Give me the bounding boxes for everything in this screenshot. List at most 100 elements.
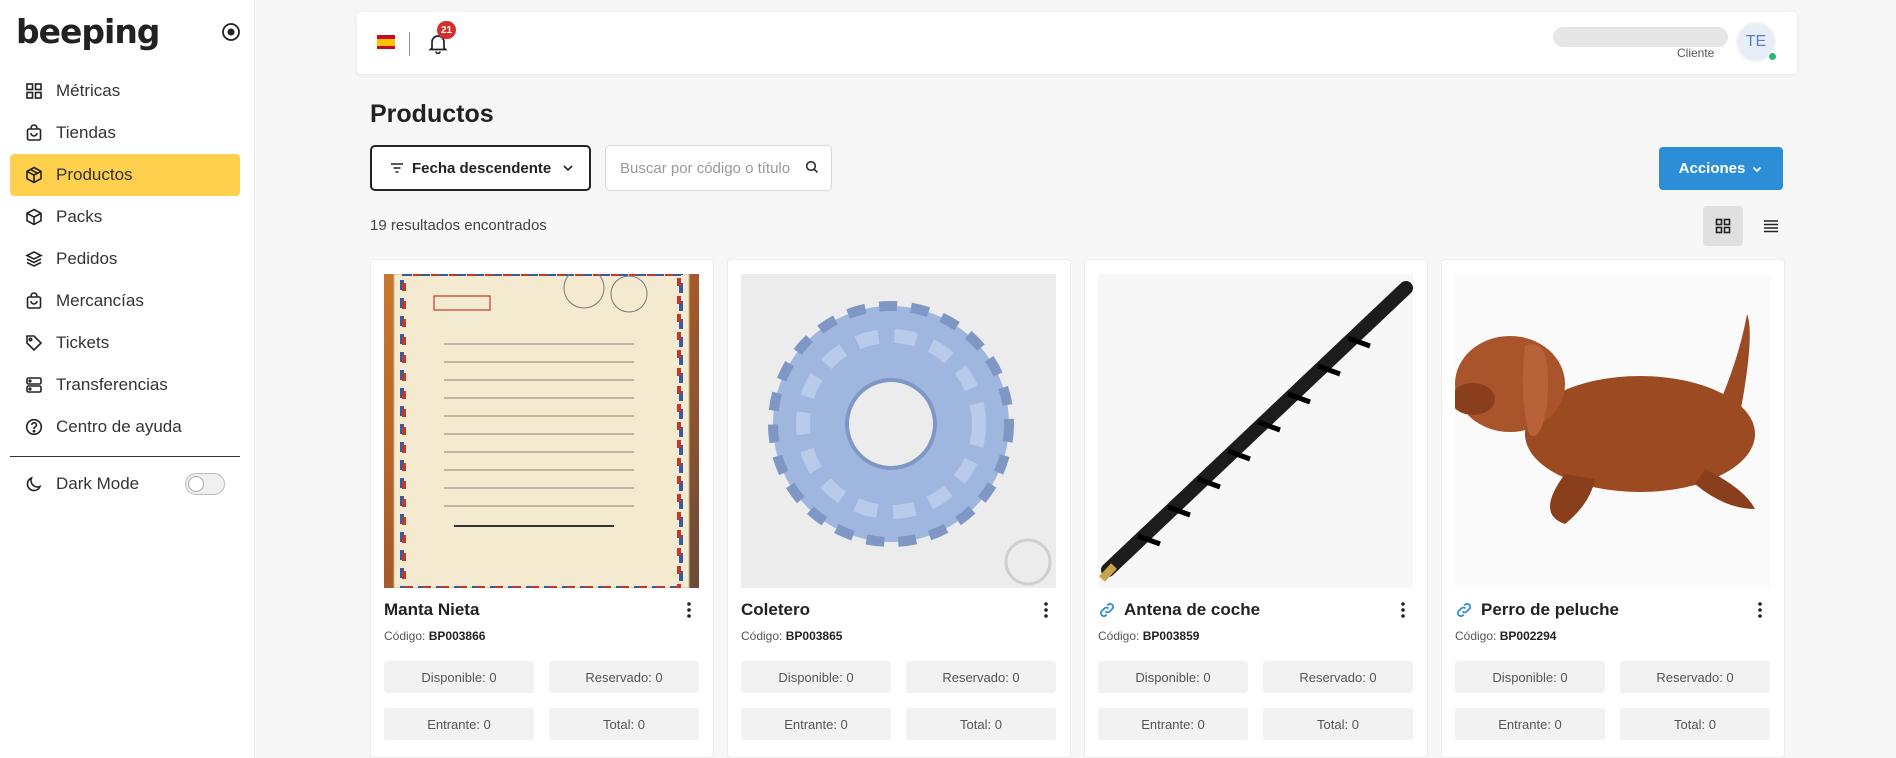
product-name-row: Coletero	[741, 598, 1056, 622]
chevron-down-icon	[1751, 163, 1763, 175]
product-name-row: Perro de peluche	[1455, 598, 1770, 622]
product-code: Código: BP003859	[1098, 629, 1200, 643]
product-name[interactable]: Antena de coche	[1124, 600, 1260, 620]
layers-icon	[24, 249, 44, 269]
product-code: Código: BP003866	[384, 629, 486, 643]
stat-disponible: Disponible: 0	[1098, 661, 1248, 693]
stat-entrante: Entrante: 0	[1098, 708, 1248, 740]
stat-reservado: Reservado: 0	[906, 661, 1056, 693]
chevron-down-icon	[561, 161, 575, 179]
spain-flag-icon[interactable]	[377, 35, 395, 49]
product-name-row: Antena de coche	[1098, 598, 1413, 622]
sidebar: beeping Métricas Tiendas Productos Packs…	[0, 0, 255, 758]
sidebar-item-pedidos[interactable]: Pedidos	[10, 238, 240, 280]
grid-icon	[24, 81, 44, 101]
page-title: Productos	[370, 100, 494, 128]
stat-reservado: Reservado: 0	[1263, 661, 1413, 693]
sidebar-item-label: Tiendas	[56, 123, 116, 142]
topbar-divider	[409, 32, 410, 56]
more-vertical-icon[interactable]	[1750, 600, 1770, 620]
more-vertical-icon[interactable]	[679, 600, 699, 620]
sidebar-item-tickets[interactable]: Tickets	[10, 322, 240, 364]
sidebar-item-productos[interactable]: Productos	[10, 154, 240, 196]
sidebar-item-label: Packs	[56, 207, 103, 226]
results-count: 19 resultados encontrados	[370, 217, 547, 234]
box-icon	[24, 165, 44, 185]
product-card[interactable]: Manta Nieta Código: BP003866 Disponible:…	[370, 259, 714, 758]
product-code: Código: BP002294	[1455, 629, 1557, 643]
stat-disponible: Disponible: 0	[384, 661, 534, 693]
sidebar-divider	[10, 456, 240, 457]
product-name[interactable]: Manta Nieta	[384, 600, 479, 620]
sidebar-item-centro-de-ayuda[interactable]: Centro de ayuda	[10, 406, 240, 448]
list-view-button[interactable]	[1751, 206, 1791, 246]
bag-icon	[24, 291, 44, 311]
store-bag-icon	[24, 123, 44, 143]
product-name-row: Manta Nieta	[384, 598, 699, 622]
sidebar-item-transferencias[interactable]: Transferencias	[10, 364, 240, 406]
more-vertical-icon[interactable]	[1393, 600, 1413, 620]
server-icon	[24, 375, 44, 395]
sidebar-item-label: Métricas	[56, 81, 121, 100]
sidebar-item-label: Transferencias	[56, 375, 168, 394]
actions-button[interactable]: Acciones	[1659, 147, 1783, 190]
stat-total: Total: 0	[1620, 708, 1770, 740]
grid-icon	[1715, 218, 1731, 234]
product-image-plush-dog[interactable]	[1455, 274, 1770, 588]
search-input[interactable]	[620, 158, 795, 178]
sidebar-item-label: Productos	[56, 165, 133, 184]
stat-entrante: Entrante: 0	[741, 708, 891, 740]
sidebar-collapse-icon[interactable]	[221, 22, 241, 42]
moon-icon	[24, 474, 44, 494]
sidebar-item-metricas[interactable]: Métricas	[10, 70, 240, 112]
link-icon	[1098, 601, 1116, 619]
sidebar-item-label: Mercancías	[56, 291, 144, 310]
toggle-knob	[188, 476, 204, 492]
user-name-redacted	[1553, 27, 1728, 47]
stat-reservado: Reservado: 0	[549, 661, 699, 693]
product-image-antenna[interactable]	[1098, 274, 1413, 588]
product-name[interactable]: Coletero	[741, 600, 810, 620]
grid-view-button[interactable]	[1703, 206, 1743, 246]
stat-entrante: Entrante: 0	[1455, 708, 1605, 740]
stat-entrante: Entrante: 0	[384, 708, 534, 740]
online-status-dot	[1768, 52, 1777, 61]
stat-total: Total: 0	[1263, 708, 1413, 740]
actions-label: Acciones	[1678, 160, 1746, 177]
notification-badge: 21	[437, 21, 457, 39]
product-code: Código: BP003865	[741, 629, 843, 643]
link-icon	[1455, 601, 1473, 619]
top-bar: 21 Cliente TE	[357, 12, 1797, 74]
sidebar-item-label: Centro de ayuda	[56, 417, 182, 436]
sidebar-nav: Métricas Tiendas Productos Packs Pedidos…	[10, 70, 240, 507]
sort-label: Fecha descendente	[412, 159, 552, 177]
product-name[interactable]: Perro de peluche	[1481, 600, 1619, 620]
dark-mode-row: Dark Mode	[10, 461, 240, 507]
filter-icon	[390, 161, 404, 175]
sidebar-item-tiendas[interactable]: Tiendas	[10, 112, 240, 154]
product-image-scrunchie[interactable]	[741, 274, 1056, 588]
sort-dropdown[interactable]: Fecha descendente	[370, 145, 591, 191]
stat-reservado: Reservado: 0	[1620, 661, 1770, 693]
user-role: Cliente	[1677, 46, 1715, 60]
sidebar-item-packs[interactable]: Packs	[10, 196, 240, 238]
dark-mode-toggle[interactable]	[185, 473, 225, 495]
product-image-blanket[interactable]	[384, 274, 699, 588]
stat-disponible: Disponible: 0	[741, 661, 891, 693]
brand-logo[interactable]: beeping	[16, 12, 160, 51]
tag-icon	[24, 333, 44, 353]
search-icon[interactable]	[805, 160, 819, 179]
sidebar-item-label: Pedidos	[56, 249, 118, 268]
list-icon	[1763, 218, 1779, 234]
more-vertical-icon[interactable]	[1036, 600, 1056, 620]
sidebar-item-mercancias[interactable]: Mercancías	[10, 280, 240, 322]
stat-total: Total: 0	[549, 708, 699, 740]
product-card[interactable]: Coletero Código: BP003865 Disponible: 0 …	[727, 259, 1071, 758]
stat-total: Total: 0	[906, 708, 1056, 740]
product-card[interactable]: Antena de coche Código: BP003859 Disponi…	[1084, 259, 1428, 758]
product-card[interactable]: Perro de peluche Código: BP002294 Dispon…	[1441, 259, 1785, 758]
dark-mode-label: Dark Mode	[56, 474, 140, 493]
package-icon	[24, 207, 44, 227]
search-box	[605, 145, 832, 191]
sidebar-item-label: Tickets	[56, 333, 110, 352]
